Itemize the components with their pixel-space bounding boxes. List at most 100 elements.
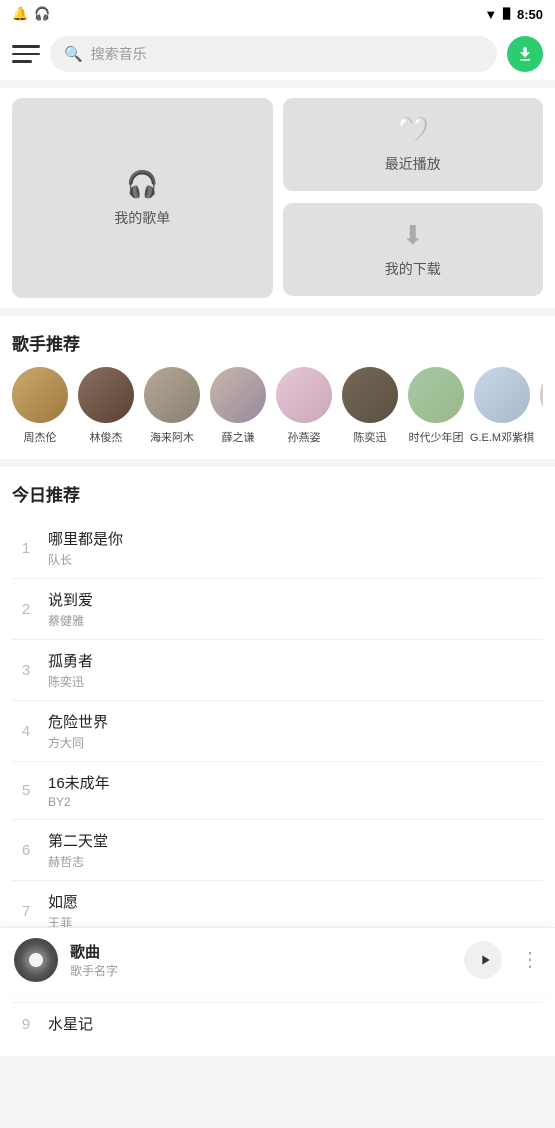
artist-name: 薛之谦 xyxy=(222,429,255,445)
artist-item[interactable]: 陈奕迅 xyxy=(342,367,398,445)
song-info: 孤勇者 陈奕迅 xyxy=(48,650,543,690)
song-item[interactable]: 3 孤勇者 陈奕迅 xyxy=(12,640,543,701)
song-title: 第二天堂 xyxy=(48,830,543,851)
artist-avatar xyxy=(276,367,332,423)
artist-name: G.E.M邓紫棋 xyxy=(470,429,534,445)
song-title: 水星记 xyxy=(48,1013,543,1034)
artist-name: 林俊杰 xyxy=(90,429,123,445)
play-icon xyxy=(477,952,493,968)
song-title: 危险世界 xyxy=(48,711,543,732)
song-number: 7 xyxy=(12,903,40,920)
artist-avatar xyxy=(144,367,200,423)
song-info: 第二天堂 赫哲志 xyxy=(48,830,543,870)
artist-item[interactable]: 周杰伦 xyxy=(12,367,68,445)
top-bar: 🔍 搜索音乐 xyxy=(0,28,555,80)
artist-name: 孙燕姿 xyxy=(288,429,321,445)
artist-avatar xyxy=(210,367,266,423)
song-number: 9 xyxy=(12,1016,40,1033)
artist-name: 陈奕迅 xyxy=(354,429,387,445)
song-item[interactable]: 4 危险世界 方大同 xyxy=(12,701,543,762)
artist-avatar xyxy=(540,367,543,423)
download-icon xyxy=(515,44,535,64)
my-download-label: 我的下载 xyxy=(385,259,441,279)
song-artist: 蔡健雅 xyxy=(48,612,543,629)
song-title: 孤勇者 xyxy=(48,650,543,671)
song-number: 1 xyxy=(12,540,40,557)
artist-item[interactable]: 海来阿木 xyxy=(144,367,200,445)
status-left-icons: 🔔 🎧 xyxy=(12,6,50,22)
more-options-button[interactable]: ⋮ xyxy=(520,947,541,972)
artist-avatar xyxy=(12,367,68,423)
song-number: 3 xyxy=(12,662,40,679)
artist-item[interactable]: 张韶涵 xyxy=(540,367,543,445)
song-item[interactable]: 1 哪里都是你 队长 xyxy=(12,518,543,579)
search-bar[interactable]: 🔍 搜索音乐 xyxy=(50,36,497,72)
recommend-section-title: 今日推荐 xyxy=(12,481,543,506)
status-right: ▼ ▉ 8:50 xyxy=(484,7,543,22)
wifi-icon: ▼ xyxy=(484,7,497,22)
song-title: 说到爱 xyxy=(48,589,543,610)
album-art xyxy=(14,938,58,982)
my-download-card[interactable]: ⬇ 我的下载 xyxy=(283,203,544,296)
recent-play-card[interactable]: 🤍 最近播放 xyxy=(283,98,544,191)
song-number: 4 xyxy=(12,723,40,740)
artist-section: 歌手推荐 周杰伦 林俊杰 海来阿木 薛之谦 孙燕姿 xyxy=(0,316,555,459)
artist-item[interactable]: 林俊杰 xyxy=(78,367,134,445)
notification-icon: 🔔 xyxy=(12,6,28,22)
song-artist: 方大同 xyxy=(48,734,543,751)
song-number: 6 xyxy=(12,842,40,859)
status-bar: 🔔 🎧 ▼ ▉ 8:50 xyxy=(0,0,555,28)
now-playing-bar[interactable]: 歌曲 歌手名字 ⋮ xyxy=(0,927,555,991)
song-item[interactable]: 6 第二天堂 赫哲志 xyxy=(12,820,543,881)
now-playing-info: 歌曲 歌手名字 xyxy=(70,941,452,979)
battery-time: 8:50 xyxy=(517,7,543,22)
song-title: 哪里都是你 xyxy=(48,528,543,549)
artist-item[interactable]: 时代少年团 xyxy=(408,367,464,445)
album-center-hole xyxy=(29,953,43,967)
my-playlist-card[interactable]: 🎧 我的歌单 xyxy=(12,98,273,298)
artist-name: 时代少年团 xyxy=(409,429,464,445)
playback-controls: ⋮ xyxy=(464,941,541,979)
search-icon: 🔍 xyxy=(64,45,83,63)
song-item[interactable]: 5 16未成年 BY2 xyxy=(12,762,543,820)
download-icon: ⬇ xyxy=(402,220,424,251)
quick-access-grid: 🎧 我的歌单 🤍 最近播放 ⬇ 我的下载 xyxy=(0,88,555,308)
song-info: 水星记 xyxy=(48,1013,543,1036)
song-item[interactable]: 2 说到爱 蔡健雅 xyxy=(12,579,543,640)
heart-icon: 🤍 xyxy=(397,115,429,146)
now-playing-artist: 歌手名字 xyxy=(70,962,452,979)
artist-name: 海来阿木 xyxy=(150,429,194,445)
menu-button[interactable] xyxy=(12,40,40,68)
song-number: 2 xyxy=(12,601,40,618)
song-item[interactable]: 9 水星记 xyxy=(12,1003,543,1046)
song-artist: BY2 xyxy=(48,795,543,809)
search-placeholder: 搜索音乐 xyxy=(91,44,147,64)
song-title: 如愿 xyxy=(48,891,543,912)
artist-item[interactable]: 孙燕姿 xyxy=(276,367,332,445)
song-info: 16未成年 BY2 xyxy=(48,772,543,809)
now-playing-title: 歌曲 xyxy=(70,941,452,962)
song-info: 哪里都是你 队长 xyxy=(48,528,543,568)
song-info: 如愿 王菲 xyxy=(48,891,543,931)
song-artist: 队长 xyxy=(48,551,543,568)
song-info: 危险世界 方大同 xyxy=(48,711,543,751)
artist-avatar xyxy=(474,367,530,423)
song-artist: 陈奕迅 xyxy=(48,673,543,690)
recent-play-label: 最近播放 xyxy=(385,154,441,174)
download-button[interactable] xyxy=(507,36,543,72)
song-info: 说到爱 蔡健雅 xyxy=(48,589,543,629)
artist-name: 周杰伦 xyxy=(24,429,57,445)
artist-section-title: 歌手推荐 xyxy=(12,330,543,355)
song-artist: 赫哲志 xyxy=(48,853,543,870)
play-pause-button[interactable] xyxy=(464,941,502,979)
headphone-status-icon: 🎧 xyxy=(34,6,50,22)
song-title: 16未成年 xyxy=(48,772,543,793)
signal-icon: ▉ xyxy=(503,9,511,20)
artist-item[interactable]: 薛之谦 xyxy=(210,367,266,445)
my-playlist-label: 我的歌单 xyxy=(114,208,170,228)
artist-scroll-list: 周杰伦 林俊杰 海来阿木 薛之谦 孙燕姿 陈奕迅 xyxy=(12,367,543,449)
artist-avatar xyxy=(408,367,464,423)
artist-item[interactable]: G.E.M邓紫棋 xyxy=(474,367,530,445)
headphone-icon: 🎧 xyxy=(126,169,158,200)
artist-avatar xyxy=(78,367,134,423)
